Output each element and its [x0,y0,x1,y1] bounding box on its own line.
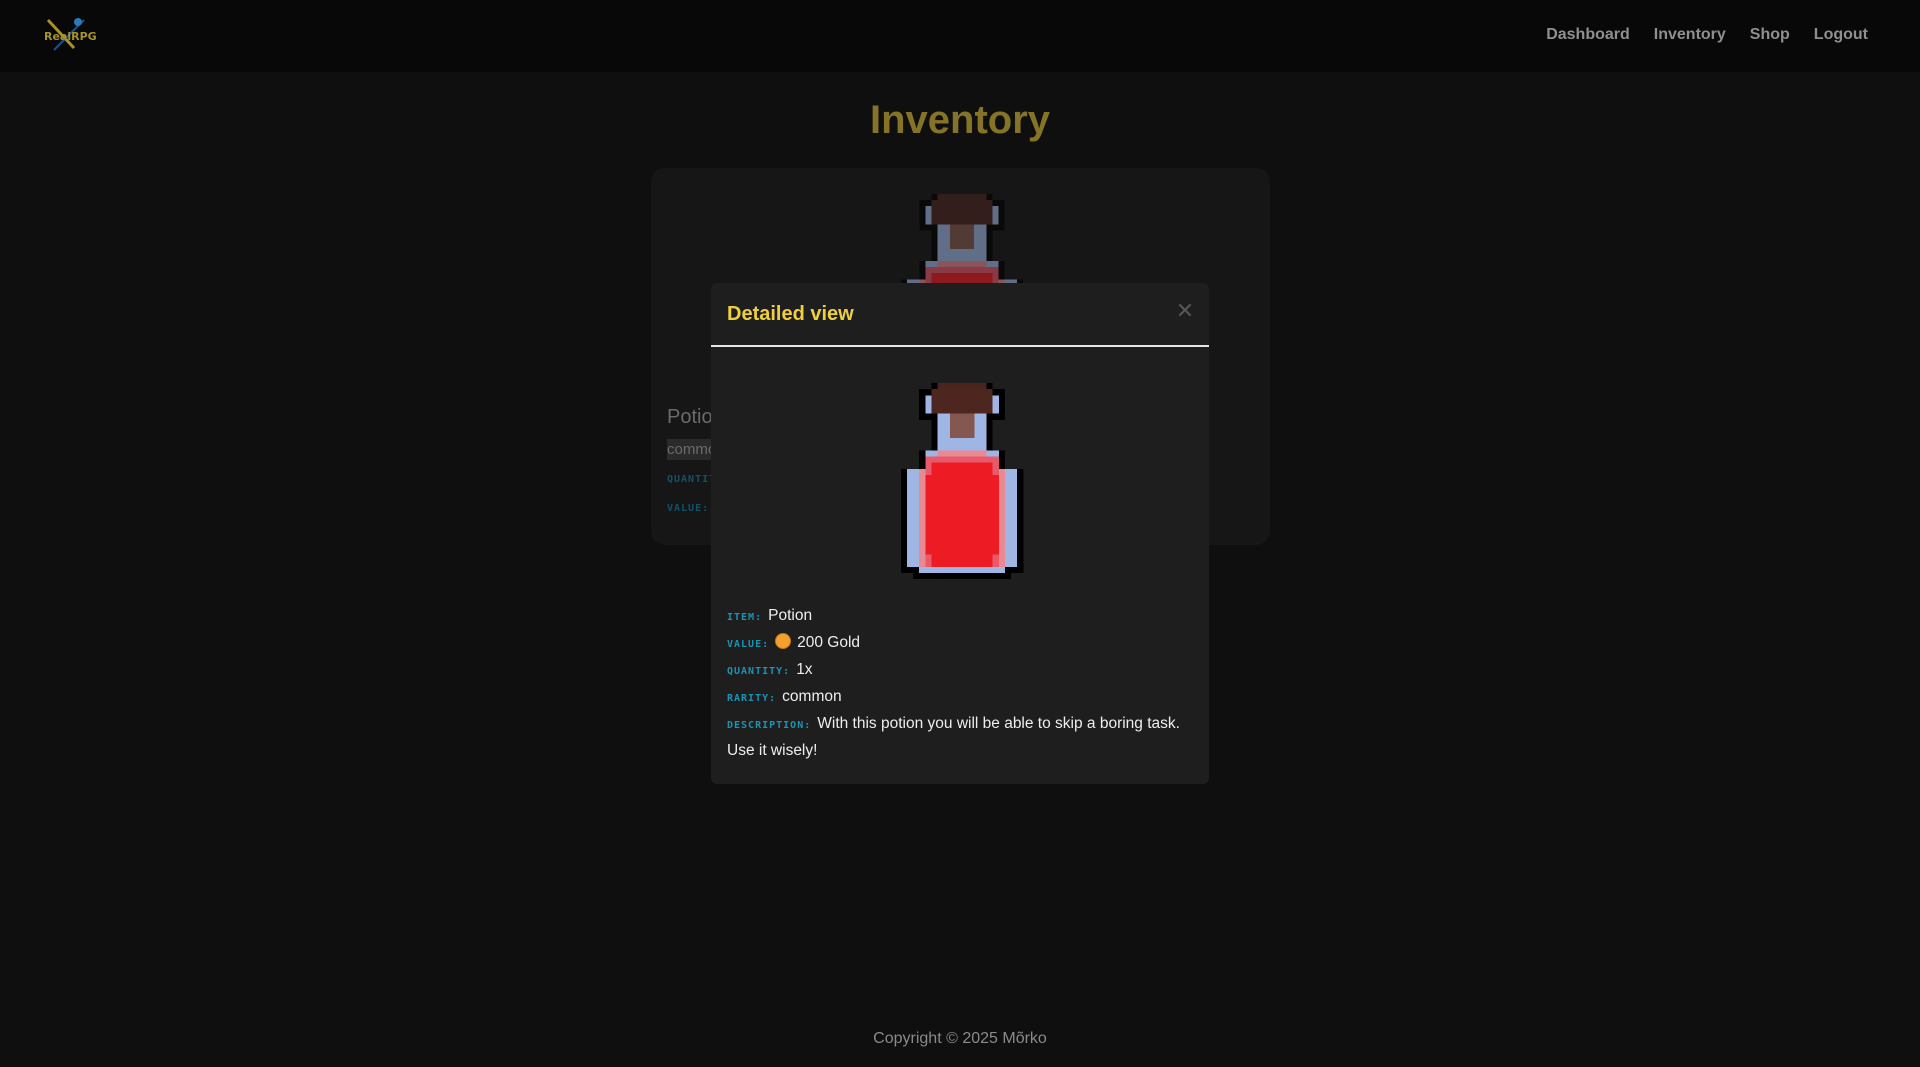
close-icon[interactable]: ✕ [1175,300,1195,322]
item-row: ITEM: Potion [727,603,1187,630]
rarity-label: RARITY: [727,693,777,704]
item-label: ITEM: [727,612,763,623]
value-row: VALUE: 200 Gold [727,630,1187,657]
detail-modal: Detailed view ✕ ITEM: Potion VALUE: 200 Go… [711,283,1209,784]
logo-text: RealRPG [44,30,97,43]
nav-logout[interactable]: Logout [1814,26,1868,44]
value-label: VALUE: [727,639,770,650]
description-row: DESCRIPTION: With this potion you will be… [727,711,1187,763]
quantity-row: QUANTITY: 1x [727,657,1187,684]
item-value: Potion [768,607,813,624]
quantity-value: 1x [796,661,813,678]
nav-dashboard[interactable]: Dashboard [1546,26,1630,44]
rarity-row: RARITY: common [727,684,1187,711]
quantity-label: QUANTITY: [727,666,791,677]
nav-inventory[interactable]: Inventory [1654,26,1726,44]
value-value: 200 Gold [797,634,861,651]
gold-coin-icon [775,633,792,649]
nav-shop[interactable]: Shop [1750,26,1790,44]
description-label: DESCRIPTION: [727,720,812,731]
modal-title: Detailed view [727,303,854,325]
divider [711,345,1209,347]
navbar: RealRPG Dashboard Inventory Shop Logout [0,0,1920,72]
rarity-value: common [782,688,842,705]
page-title: Inventory [869,98,1051,142]
footer-copyright: Copyright © 2025 Mõrko [873,1030,1047,1047]
potion-image [900,383,1024,579]
card-value-label: VALUE: [667,503,710,514]
